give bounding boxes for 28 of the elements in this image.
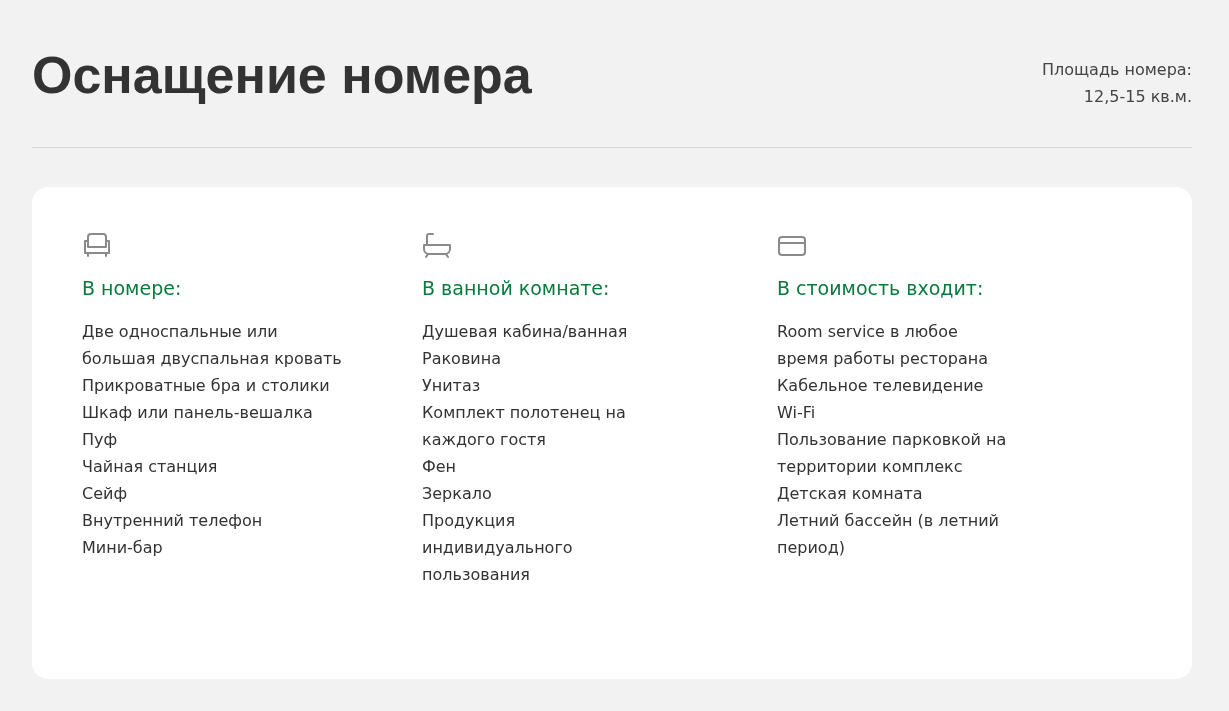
section-heading: В ванной комнате: <box>422 276 610 301</box>
section-heading: В номере: <box>82 276 182 301</box>
amenity-item: Кабельное телевидение <box>777 375 984 397</box>
area-value: 12,5-15 кв.м. <box>1082 86 1192 108</box>
amenity-item: Мини-бар <box>82 537 163 559</box>
amenity-item: Шкаф или панель-вешалка <box>82 402 313 424</box>
amenity-item: Чайная станция <box>82 456 218 478</box>
amenity-item: Room service в любое время работы ресторана <box>777 321 988 370</box>
amenity-item: Продукция индивидуального пользования <box>422 510 573 586</box>
amenity-item: Пользование парковкой на территории комплекс <box>777 429 1007 478</box>
bathtub-icon <box>421 231 453 261</box>
amenity-item: Детская комната <box>777 483 923 505</box>
amenity-item: Унитаз <box>422 375 481 397</box>
amenity-item: Фен <box>422 456 457 478</box>
amenity-item: Душевая кабина/ванная <box>422 321 628 343</box>
area-label: Площадь номера: <box>1042 59 1192 81</box>
amenity-item: Внутренний телефон <box>82 510 263 532</box>
amenity-item: Пуф <box>82 429 118 451</box>
amenity-item: Две односпальные или большая двуспальная кровать <box>82 321 342 370</box>
amenity-item: Раковина <box>422 348 501 370</box>
amenity-item: Летний бассейн (в летний период) <box>777 510 999 559</box>
amenity-item: Сейф <box>82 483 128 505</box>
page-title: Оснащение номера <box>32 45 532 106</box>
amenity-item: Зеркало <box>422 483 492 505</box>
amenity-item: Wi-Fi <box>777 402 816 424</box>
amenity-item: Комплект полотенец на каждого гостя <box>422 402 626 451</box>
amenity-item: Прикроватные бра и столики <box>82 375 330 397</box>
section-heading: В стоимость входит: <box>777 276 984 301</box>
